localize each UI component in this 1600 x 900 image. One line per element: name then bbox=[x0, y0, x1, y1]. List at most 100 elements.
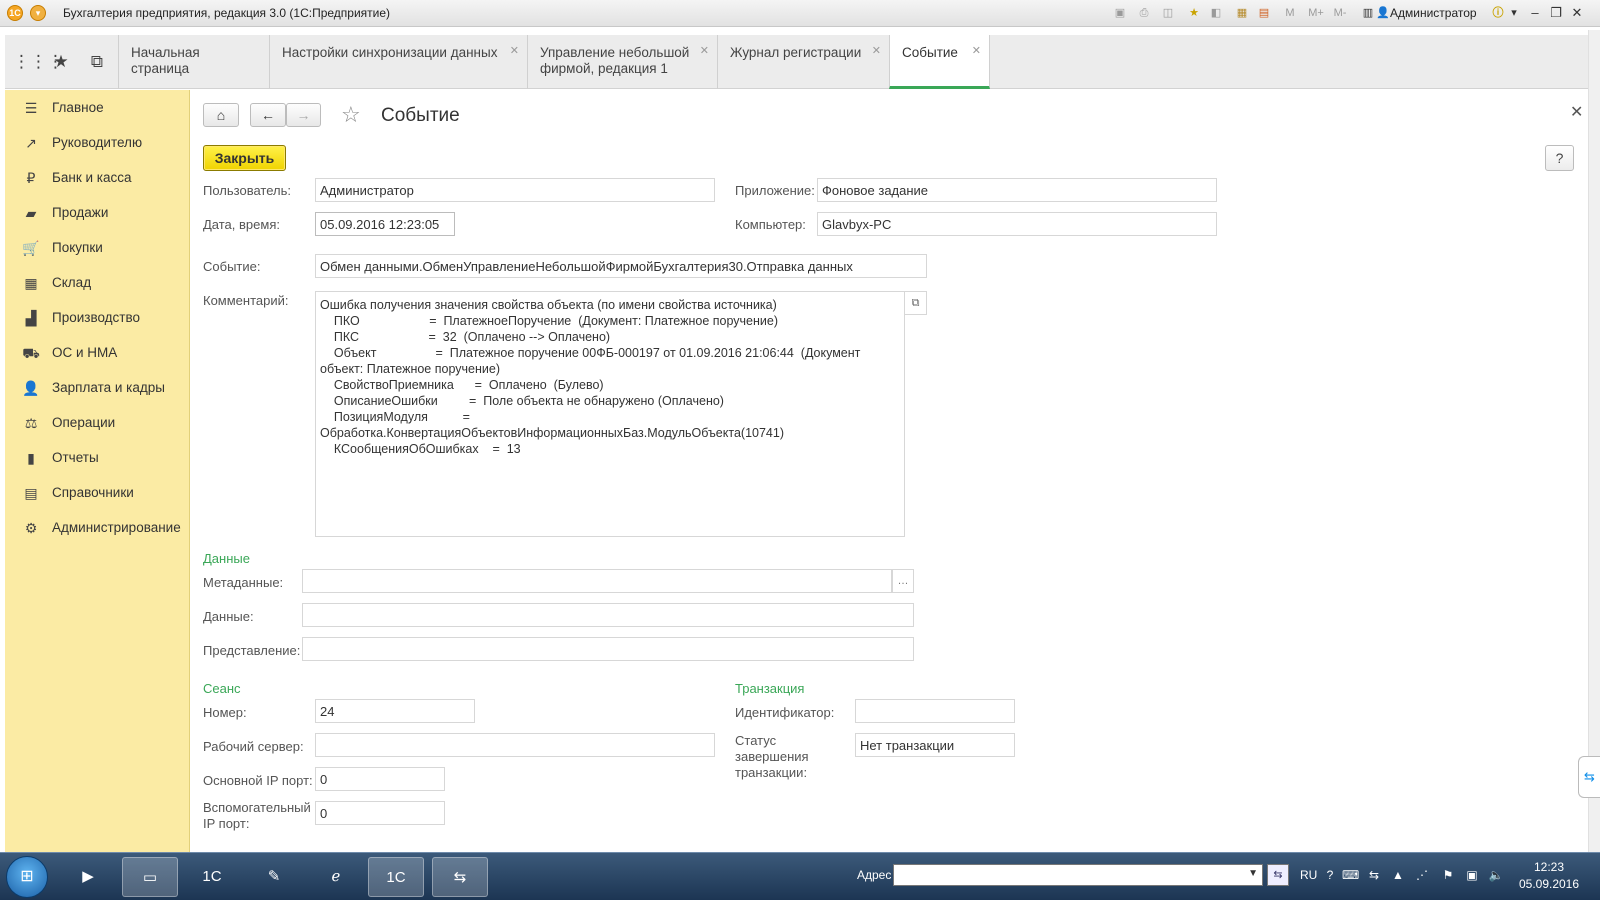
sidebar-item-bank[interactable]: ₽ Банк и касса bbox=[5, 163, 190, 193]
application-field[interactable]: Фоновое задание bbox=[817, 178, 1217, 202]
number-field[interactable]: 24 bbox=[315, 699, 475, 723]
home-button[interactable]: ⌂ bbox=[203, 103, 239, 127]
aux-ip-field[interactable]: 0 bbox=[315, 801, 445, 825]
address-input[interactable]: ▼ bbox=[893, 864, 1263, 886]
chevron-down-icon[interactable]: ▾ bbox=[1506, 5, 1522, 21]
wireless-tray-icon[interactable]: ⋰ bbox=[1414, 867, 1430, 883]
sidebar-item-purchases[interactable]: 🛒 Покупки bbox=[5, 233, 190, 263]
ie-icon[interactable]: ℯ bbox=[308, 857, 364, 897]
chevron-down-icon[interactable]: ▼ bbox=[1248, 868, 1258, 879]
save-icon[interactable]: ▣ bbox=[1112, 5, 1128, 21]
transaction-status-field[interactable]: Нет транзакции bbox=[855, 733, 1015, 757]
sidebar-item-reports[interactable]: ▮ Отчеты bbox=[5, 443, 190, 473]
comment-line: Ошибка получения значения свойства объек… bbox=[320, 298, 777, 312]
presentation-field[interactable] bbox=[302, 637, 914, 661]
calculator-icon[interactable]: ▦ bbox=[1234, 5, 1250, 21]
close-form-icon[interactable]: ✕ bbox=[1570, 102, 1583, 122]
minimize-icon[interactable]: – bbox=[1526, 4, 1544, 22]
sidebar-item-fixed-assets[interactable]: ⛟ ОС и НМА bbox=[5, 338, 190, 368]
power-tray-icon[interactable]: ▣ bbox=[1464, 867, 1480, 883]
open-in-window-icon[interactable]: ⧉ bbox=[905, 291, 927, 315]
sidebar-item-catalogs[interactable]: ▤ Справочники bbox=[5, 478, 190, 508]
sections-grid-icon[interactable]: ⋮⋮⋮ bbox=[13, 51, 64, 73]
event-field[interactable]: Обмен данными.ОбменУправлениеНебольшойФи… bbox=[315, 254, 927, 278]
onec-icon[interactable]: 1C bbox=[184, 857, 240, 897]
data-field[interactable] bbox=[302, 603, 914, 627]
teamviewer-icon[interactable]: ⇆ bbox=[432, 857, 488, 897]
comment-line: ПозицияМодуля = Обработка.КонвертацияОбъ… bbox=[320, 410, 784, 440]
sidebar-item-label: Администрирование bbox=[52, 520, 181, 535]
datetime-field[interactable]: 05.09.2016 12:23:05 bbox=[315, 212, 455, 236]
flag-tray-icon[interactable]: ⚑ bbox=[1440, 867, 1456, 883]
calendar-icon[interactable]: ▤ bbox=[1256, 5, 1272, 21]
main-ip-field[interactable]: 0 bbox=[315, 767, 445, 791]
start-button[interactable]: ⊞ bbox=[6, 856, 48, 898]
tab-close-icon[interactable]: ✕ bbox=[972, 43, 981, 59]
server-field[interactable] bbox=[315, 733, 715, 757]
media-player-icon[interactable]: ▶ bbox=[60, 857, 116, 897]
sidebar-item-sales[interactable]: ▰ Продажи bbox=[5, 198, 190, 228]
memory-mplus-icon[interactable]: M+ bbox=[1306, 5, 1326, 21]
memory-m-icon[interactable]: M bbox=[1282, 5, 1298, 21]
back-button[interactable]: ← bbox=[250, 103, 286, 127]
teamviewer-tray-icon[interactable]: ⇆ bbox=[1366, 867, 1382, 883]
sidebar-item-manager[interactable]: ↗ Руководителю bbox=[5, 128, 190, 158]
sidebar-item-payroll[interactable]: 👤 Зарплата и кадры bbox=[5, 373, 190, 403]
right-scrollbar[interactable] bbox=[1588, 30, 1600, 852]
restore-icon[interactable]: ❐ bbox=[1547, 4, 1565, 22]
scales-icon: ⚖ bbox=[24, 415, 38, 431]
onec-active-icon[interactable]: 1C bbox=[368, 857, 424, 897]
tab-close-icon[interactable]: ✕ bbox=[700, 43, 709, 59]
app-logo-icon[interactable]: 1C bbox=[7, 5, 23, 21]
number-label: Номер: bbox=[203, 705, 247, 720]
language-indicator[interactable]: RU bbox=[1300, 868, 1317, 882]
favorites-icon[interactable]: ★ bbox=[1186, 5, 1202, 21]
favorite-star-icon[interactable]: ☆ bbox=[341, 102, 361, 128]
print-icon[interactable]: ⎙ bbox=[1136, 5, 1152, 21]
sidebar-item-main[interactable]: ☰ Главное bbox=[5, 93, 190, 123]
memory-mminus-icon[interactable]: M- bbox=[1330, 5, 1350, 21]
computer-field[interactable]: Glavbyx-PC bbox=[817, 212, 1217, 236]
network-tray-icon[interactable]: ▲ bbox=[1390, 867, 1406, 883]
close-button[interactable]: Закрыть bbox=[203, 145, 286, 171]
current-user[interactable]: Администратор bbox=[1390, 6, 1477, 20]
history-icon[interactable]: ◧ bbox=[1208, 5, 1224, 21]
explorer-icon[interactable]: ▭ bbox=[122, 857, 178, 897]
comment-line: ОписаниеОшибки = Поле объекта не обнаруж… bbox=[320, 394, 724, 408]
forward-button[interactable]: → bbox=[286, 103, 321, 127]
teamviewer-panel-icon[interactable]: ⇆ bbox=[1578, 756, 1600, 798]
transaction-section-title: Транзакция bbox=[735, 681, 805, 696]
notepad-icon[interactable]: ✎ bbox=[246, 857, 302, 897]
preview-icon[interactable]: ◫ bbox=[1160, 5, 1176, 21]
select-metadata-button[interactable]: … bbox=[892, 569, 914, 593]
metadata-field[interactable] bbox=[302, 569, 892, 593]
sidebar-item-production[interactable]: ▟ Производство bbox=[5, 303, 190, 333]
address-go-icon[interactable]: ⇆ bbox=[1267, 864, 1289, 886]
favorites-star-icon[interactable]: ★ bbox=[50, 51, 72, 73]
sidebar-item-administration[interactable]: ⚙ Администрирование bbox=[5, 513, 190, 543]
sidebar-item-operations[interactable]: ⚖ Операции bbox=[5, 408, 190, 438]
close-window-icon[interactable]: ✕ bbox=[1568, 4, 1586, 22]
gear-icon: ⚙ bbox=[24, 520, 38, 536]
comment-textarea[interactable]: Ошибка получения значения свойства объек… bbox=[315, 291, 905, 537]
main-menu-icon[interactable]: ▾ bbox=[30, 5, 46, 21]
tab-home[interactable]: Начальная страница bbox=[118, 35, 269, 89]
keyboard-tray-icon[interactable]: ⌨ bbox=[1342, 867, 1359, 883]
sidebar-item-warehouse[interactable]: ▦ Склад bbox=[5, 268, 190, 298]
tab-close-icon[interactable]: ✕ bbox=[872, 43, 881, 59]
volume-tray-icon[interactable]: 🔈 bbox=[1488, 867, 1504, 883]
transaction-id-field[interactable] bbox=[855, 699, 1015, 723]
tab-close-icon[interactable]: ✕ bbox=[510, 43, 519, 59]
help-button[interactable]: ? bbox=[1545, 145, 1574, 171]
info-icon[interactable]: ⓘ bbox=[1490, 5, 1506, 21]
system-clock[interactable]: 12:23 05.09.2016 bbox=[1513, 859, 1585, 893]
user-field[interactable]: Администратор bbox=[315, 178, 715, 202]
tab-sync-settings[interactable]: Настройки синхронизации данных ✕ bbox=[269, 35, 527, 89]
tab-event[interactable]: Событие ✕ bbox=[889, 35, 990, 89]
tab-event-log[interactable]: Журнал регистрации ✕ bbox=[717, 35, 889, 89]
history-pages-icon[interactable]: ⧉ bbox=[86, 51, 108, 73]
tab-small-business[interactable]: Управление небольшой фирмой, редакция 1 … bbox=[527, 35, 717, 89]
panels-icon[interactable]: ▥ bbox=[1360, 5, 1376, 21]
comment-line: КСообщенияОбОшибках = 13 bbox=[320, 442, 521, 456]
help-tray-icon[interactable]: ? bbox=[1322, 867, 1338, 883]
